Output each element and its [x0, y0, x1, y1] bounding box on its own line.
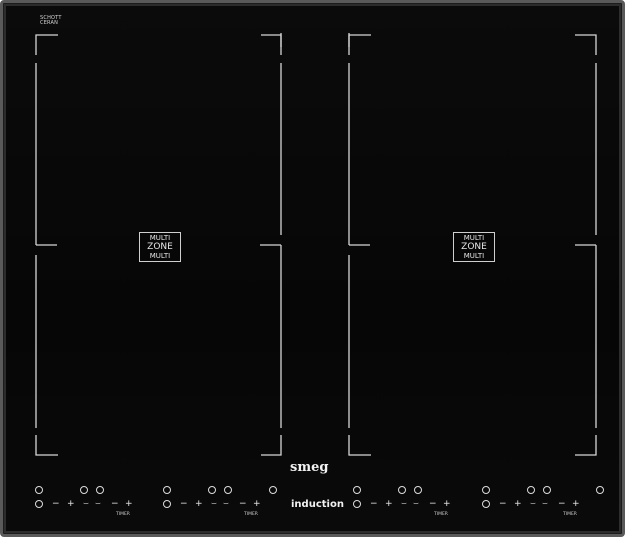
zone-indicator-icon-1 — [35, 486, 43, 494]
pause-button-3[interactable] — [398, 486, 406, 494]
plus-button-4[interactable]: + — [514, 500, 522, 509]
power-button-1[interactable] — [35, 500, 43, 508]
child-lock-icon-right[interactable] — [596, 486, 604, 494]
minus-button-3[interactable]: − — [370, 500, 378, 509]
pause-button-4[interactable] — [527, 486, 535, 494]
boost-icon-3[interactable]: ⌣ — [401, 500, 407, 509]
boost-icon-2[interactable]: ⌣ — [211, 500, 217, 509]
timer-minus-button-4[interactable]: − — [558, 500, 566, 509]
timer-minus-button-1[interactable]: − — [111, 500, 119, 509]
multizone-right-bottom-text: MULTI — [463, 252, 485, 260]
timer-plus-button-1[interactable]: + — [125, 500, 133, 509]
pause-button-2[interactable] — [208, 486, 216, 494]
right-zone-bottom-left-corner — [348, 435, 371, 456]
left-zone-bottom-right-corner — [261, 435, 282, 456]
power-button-2[interactable] — [163, 500, 171, 508]
minus-button-1[interactable]: − — [52, 500, 60, 509]
minus-button-2[interactable]: − — [180, 500, 188, 509]
keep-warm-icon-4[interactable]: ⌣ — [542, 500, 548, 509]
boost-icon-1[interactable]: ⌣ — [83, 500, 89, 509]
minus-button-4[interactable]: − — [499, 500, 507, 509]
induction-label: induction — [291, 499, 344, 510]
timer-label-3: TIMER — [434, 512, 448, 517]
plus-button-3[interactable]: + — [385, 500, 393, 509]
right-zone-top-left-corner — [348, 34, 371, 55]
left-zone-bottom-left-corner — [35, 435, 58, 456]
right-zone-bottom-right-corner — [575, 435, 597, 456]
zone-indicator-icon-4 — [482, 486, 490, 494]
left-zone-top-right-corner — [261, 34, 282, 55]
keep-warm-icon-1[interactable]: ⌣ — [95, 500, 101, 509]
power-button-4[interactable] — [482, 500, 490, 508]
timer-plus-button-3[interactable]: + — [443, 500, 451, 509]
timer-label-4: TIMER — [563, 512, 577, 517]
timer-icon-3[interactable] — [414, 486, 422, 494]
smeg-logo: smeg — [290, 460, 329, 475]
keep-warm-icon-2[interactable]: ⌣ — [223, 500, 229, 509]
timer-minus-button-2[interactable]: − — [239, 500, 247, 509]
boost-icon-4[interactable]: ⌣ — [530, 500, 536, 509]
induction-hob: SCHOTT CERAN MULTI ZONE MULTI MULTI ZONE… — [0, 0, 625, 537]
left-zone-top-left-corner — [35, 34, 58, 55]
timer-icon-4[interactable] — [543, 486, 551, 494]
power-button-3[interactable] — [353, 500, 361, 508]
plus-button-2[interactable]: + — [195, 500, 203, 509]
timer-plus-button-4[interactable]: + — [572, 500, 580, 509]
timer-icon-1[interactable] — [96, 486, 104, 494]
keep-warm-icon-3[interactable]: ⌣ — [413, 500, 419, 509]
timer-label-2: TIMER — [244, 512, 258, 517]
zone-indicator-icon-3 — [353, 486, 361, 494]
timer-label-1: TIMER — [116, 512, 130, 517]
plus-button-1[interactable]: + — [67, 500, 75, 509]
multizone-right-mid-text: ZONE — [461, 242, 487, 252]
right-zone-top-right-corner — [575, 34, 597, 55]
timer-icon-2[interactable] — [224, 486, 232, 494]
multizone-label-right: MULTI ZONE MULTI — [453, 232, 495, 262]
zone-indicator-icon-2 — [163, 486, 171, 494]
child-lock-icon-left[interactable] — [269, 486, 277, 494]
multizone-left-mid-text: ZONE — [147, 242, 173, 252]
timer-plus-button-2[interactable]: + — [253, 500, 261, 509]
timer-minus-button-3[interactable]: − — [429, 500, 437, 509]
pause-button-1[interactable] — [80, 486, 88, 494]
multizone-left-bottom-text: MULTI — [149, 252, 171, 260]
multizone-label-left: MULTI ZONE MULTI — [139, 232, 181, 262]
